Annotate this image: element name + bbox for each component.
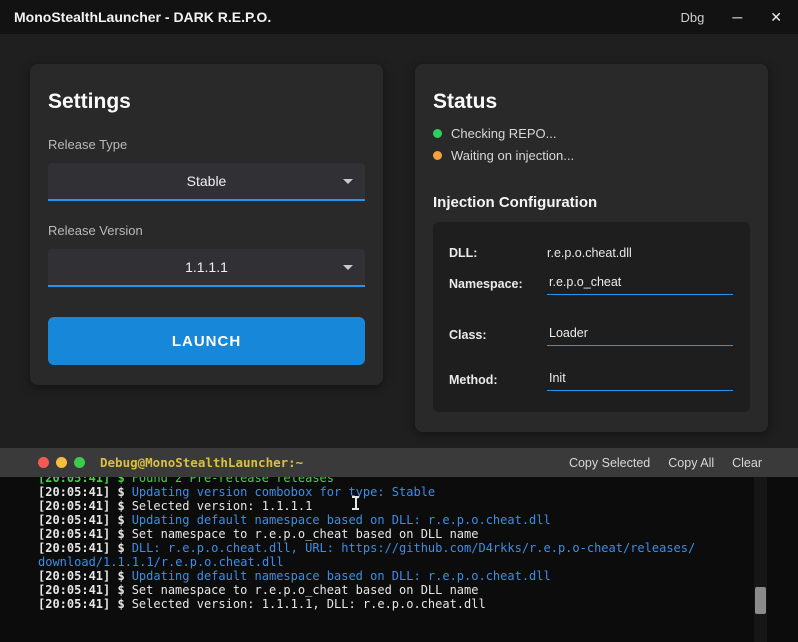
console-line-text: Updating default namespace based on DLL:… [131, 513, 551, 527]
close-button[interactable]: ✕ [770, 10, 782, 24]
copy-all-button[interactable]: Copy All [668, 456, 714, 470]
chevron-down-icon [343, 179, 353, 184]
status-item: Waiting on injection... [433, 148, 574, 163]
clear-button[interactable]: Clear [732, 456, 762, 470]
console-line: [20:05:41] $ Selected version: 1.1.1.1 [38, 499, 768, 513]
minimize-button[interactable]: ─ [732, 10, 742, 24]
console-line: [20:05:41] $ Updating version combobox fo… [38, 485, 768, 499]
console-line-prefix: [20:05:41] $ [38, 485, 125, 499]
method-label: Method: [449, 373, 498, 387]
console-line-text: Updating default namespace based on DLL:… [131, 569, 551, 583]
release-version-value: 1.1.1.1 [185, 259, 228, 275]
settings-card: Settings Release Type Stable Release Ver… [30, 64, 383, 385]
traffic-light-green-icon [74, 457, 85, 468]
app-window: MonoStealthLauncher - DARK R.E.P.O. Dbg … [0, 0, 798, 642]
status-ok-dot-icon [433, 129, 442, 138]
class-label: Class: [449, 328, 487, 342]
console-line-text: Selected version: 1.1.1.1, DLL: r.e.p.o.… [131, 597, 486, 611]
namespace-label: Namespace: [449, 277, 523, 291]
namespace-input[interactable] [547, 275, 733, 295]
status-heading: Status [433, 90, 498, 113]
console-panel: Debug@MonoStealthLauncher:~ Copy Selecte… [0, 448, 798, 642]
console-line: [20:05:41] $ Selected version: 1.1.1.1, D… [38, 597, 768, 611]
dll-label: DLL: [449, 246, 478, 260]
console-line-text: download/1.1.1.1/r.e.p.o.cheat.dll [38, 555, 284, 569]
console-line-text: Selected version: 1.1.1.1 [131, 499, 313, 513]
method-input[interactable] [547, 371, 733, 391]
window-titlebar: MonoStealthLauncher - DARK R.E.P.O. Dbg … [0, 0, 798, 34]
console-line: [20:05:41] $ Found 2 Pre-release releases [38, 477, 768, 485]
console-line-prefix: [20:05:41] $ [38, 597, 125, 611]
console-log[interactable]: [20:05:41] $ Found 2 Pre-release releases… [0, 477, 798, 642]
status-wait-dot-icon [433, 151, 442, 160]
console-line: [20:05:41] $ Set namespace to r.e.p.o_che… [38, 583, 768, 597]
release-type-value: Stable [186, 173, 227, 189]
console-line-text: Set namespace to r.e.p.o_cheat based on … [131, 527, 479, 541]
traffic-light-red-icon [38, 457, 49, 468]
status-label: Waiting on injection... [451, 148, 575, 163]
status-card: Status Checking REPO... Waiting on injec… [415, 64, 768, 432]
copy-selected-button[interactable]: Copy Selected [569, 456, 650, 470]
settings-heading: Settings [48, 90, 131, 113]
status-item: Checking REPO... [433, 126, 557, 141]
dbg-button[interactable]: Dbg [680, 10, 704, 25]
console-line: download/1.1.1.1/r.e.p.o.cheat.dll [38, 555, 768, 569]
console-line-text: Found 2 Pre-release releases [131, 477, 334, 485]
injection-config-heading: Injection Configuration [433, 194, 598, 211]
console-line-prefix: [20:05:41] $ [38, 569, 125, 583]
console-header: Debug@MonoStealthLauncher:~ Copy Selecte… [0, 448, 798, 477]
release-version-label: Release Version [48, 223, 143, 238]
console-line: [20:05:41] $ DLL: r.e.p.o.cheat.dll, URL:… [38, 541, 768, 555]
release-type-select[interactable]: Stable [48, 163, 365, 201]
console-line-text: DLL: r.e.p.o.cheat.dll, URL: https://git… [131, 541, 696, 555]
console-line-prefix: [20:05:41] $ [38, 541, 125, 555]
console-line-text: Set namespace to r.e.p.o_cheat based on … [131, 583, 479, 597]
console-line-text: Updating version combobox for type: Stab… [131, 485, 436, 499]
dll-value: r.e.p.o.cheat.dll [547, 246, 632, 260]
release-version-select[interactable]: 1.1.1.1 [48, 249, 365, 287]
injection-config-card: DLL: r.e.p.o.cheat.dll Namespace: Class:… [433, 222, 750, 412]
console-line-prefix: [20:05:41] $ [38, 477, 125, 485]
console-line-prefix: [20:05:41] $ [38, 513, 125, 527]
console-actions: Copy Selected Copy All Clear [569, 456, 762, 470]
console-line-prefix: [20:05:41] $ [38, 583, 125, 597]
release-type-label: Release Type [48, 137, 128, 152]
console-scrollbar[interactable] [754, 477, 767, 642]
status-label: Checking REPO... [451, 126, 557, 141]
console-title: Debug@MonoStealthLauncher:~ [100, 455, 304, 470]
console-line-prefix: [20:05:41] $ [38, 527, 125, 541]
traffic-light-yellow-icon [56, 457, 67, 468]
console-line: [20:05:41] $ Updating default namespace b… [38, 513, 768, 527]
launch-button[interactable]: LAUNCH [48, 317, 365, 365]
mouse-cursor-ibeam [352, 496, 359, 510]
console-line-prefix: [20:05:41] $ [38, 499, 125, 513]
console-line: [20:05:41] $ Set namespace to r.e.p.o_che… [38, 527, 768, 541]
window-title: MonoStealthLauncher - DARK R.E.P.O. [14, 9, 272, 25]
console-line: [20:05:41] $ Updating default namespace b… [38, 569, 768, 583]
chevron-down-icon [343, 265, 353, 270]
class-input[interactable] [547, 326, 733, 346]
window-controls: Dbg ─ ✕ [680, 10, 798, 25]
console-scrollbar-thumb[interactable] [755, 587, 766, 614]
